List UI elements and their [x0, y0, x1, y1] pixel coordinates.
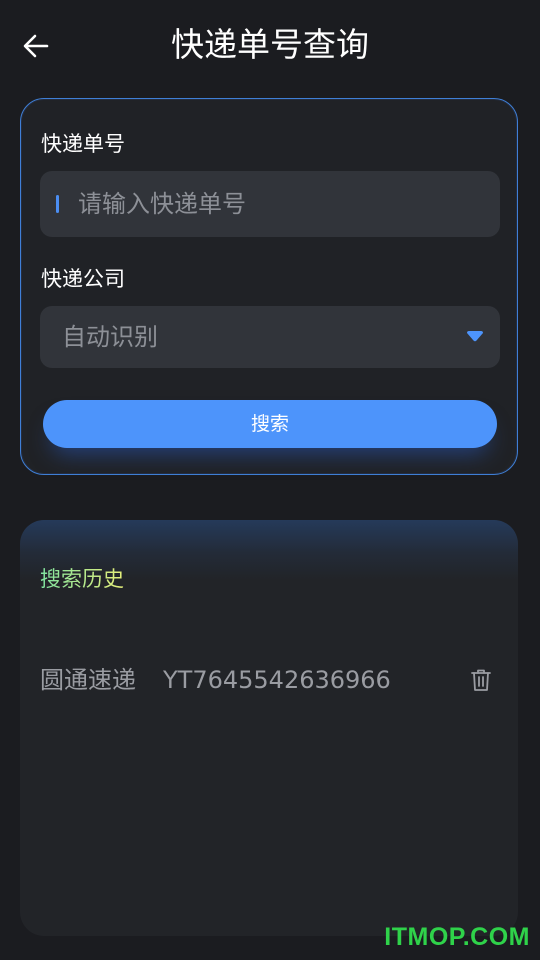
- tracking-number-input[interactable]: [78, 171, 488, 237]
- history-item-number: YT7645542636966: [163, 666, 391, 694]
- caret-down-icon: [467, 331, 483, 342]
- text-cursor: [56, 195, 59, 213]
- top-bar: 快递单号查询: [0, 0, 540, 92]
- tracking-number-label: 快递单号: [41, 132, 125, 156]
- search-history-panel: 搜索历史 圆通速递 YT7645542636966: [20, 520, 518, 936]
- courier-company-value: 自动识别: [62, 323, 158, 351]
- search-button[interactable]: 搜索: [43, 400, 497, 448]
- history-item[interactable]: 圆通速递 YT7645542636966: [40, 660, 500, 700]
- trash-icon[interactable]: [468, 667, 494, 693]
- tracking-number-field[interactable]: [40, 171, 500, 237]
- watermark: ITMOP.COM: [384, 923, 530, 951]
- courier-company-label: 快递公司: [41, 267, 125, 291]
- app-screen: 快递单号查询 快递单号 快递公司 自动识别 搜索 搜索历史 圆通速递 YT764…: [0, 0, 540, 960]
- search-history-title: 搜索历史: [40, 564, 124, 594]
- history-item-company: 圆通速递: [40, 666, 136, 694]
- courier-company-select[interactable]: 自动识别: [40, 306, 500, 368]
- query-card: 快递单号 快递公司 自动识别 搜索: [20, 98, 518, 475]
- page-title: 快递单号查询: [171, 25, 369, 64]
